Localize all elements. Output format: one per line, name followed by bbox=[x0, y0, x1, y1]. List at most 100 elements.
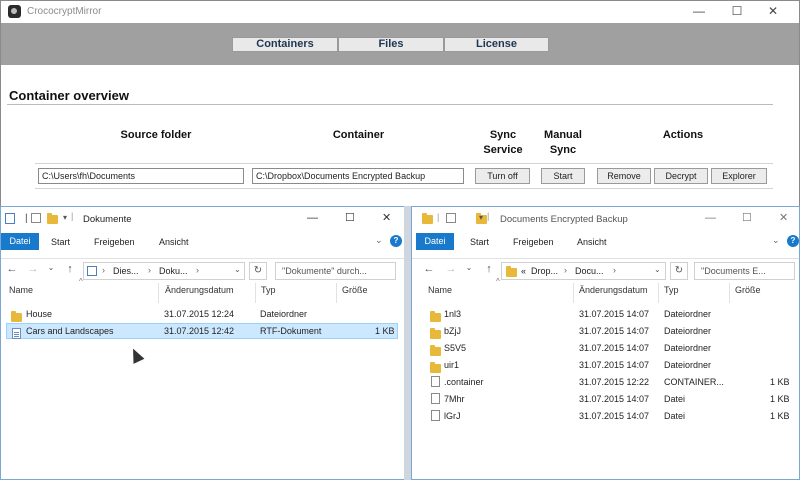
recent-dropdown-icon[interactable]: ⌄ bbox=[44, 263, 58, 272]
breadcrumb-item[interactable]: Doku... bbox=[159, 266, 188, 276]
recent-dropdown-icon[interactable]: ⌄ bbox=[462, 263, 476, 272]
ribbon-tab-freigeben[interactable]: Freigeben bbox=[513, 237, 554, 247]
document-icon bbox=[12, 328, 21, 339]
file-row[interactable]: S5V5 31.07.2015 14:07 Dateiordner bbox=[424, 340, 794, 356]
file-type: Dateiordner bbox=[664, 343, 712, 353]
header-divider bbox=[573, 283, 574, 303]
ribbon-expand-icon[interactable]: ⌄ bbox=[772, 235, 780, 246]
explorer-button[interactable]: Explorer bbox=[711, 168, 767, 184]
ribbon-tab-start[interactable]: Start bbox=[470, 237, 489, 247]
file-row[interactable]: .container 31.07.2015 12:22 CONTAINER...… bbox=[424, 374, 794, 390]
ribbon-expand-icon[interactable]: ⌄ bbox=[375, 235, 383, 246]
turn-off-button[interactable]: Turn off bbox=[475, 168, 530, 184]
forward-arrow-icon[interactable]: → bbox=[444, 263, 458, 275]
file-row[interactable]: uir1 31.07.2015 14:07 Dateiordner bbox=[424, 357, 794, 373]
back-arrow-icon[interactable]: ← bbox=[422, 263, 436, 275]
column-header-type[interactable]: Typ bbox=[664, 285, 679, 295]
title-separator-icon: | bbox=[487, 211, 490, 221]
file-size: 1 KB bbox=[770, 411, 790, 421]
file-row[interactable]: House 31.07.2015 12:24 Dateiordner bbox=[6, 306, 398, 322]
file-date: 31.07.2015 14:07 bbox=[579, 411, 650, 421]
separator-icon: | bbox=[25, 213, 28, 224]
ribbon-tab-ansicht[interactable]: Ansicht bbox=[577, 237, 607, 247]
customize-dropdown-icon[interactable]: ▾ bbox=[479, 213, 483, 222]
column-header-actions: Actions bbox=[662, 129, 704, 141]
maximize-icon[interactable]: ☐ bbox=[345, 211, 355, 224]
ribbon-tab-datei[interactable]: Datei bbox=[1, 233, 39, 250]
properties-icon[interactable] bbox=[5, 213, 15, 224]
search-input[interactable]: "Documents E... bbox=[694, 262, 795, 280]
container-path-field[interactable]: C:\Dropbox\Documents Encrypted Backup bbox=[252, 168, 464, 184]
file-row[interactable]: bZjJ 31.07.2015 14:07 Dateiordner bbox=[424, 323, 794, 339]
help-icon[interactable]: ? bbox=[390, 235, 402, 247]
minimize-icon[interactable]: — bbox=[705, 212, 716, 224]
up-arrow-icon[interactable]: ↑ bbox=[63, 263, 77, 275]
refresh-icon[interactable]: ↻ bbox=[249, 262, 267, 280]
up-arrow-icon[interactable]: ↑ bbox=[482, 263, 496, 275]
breadcrumb-overflow[interactable]: « bbox=[521, 266, 526, 276]
close-icon[interactable]: ✕ bbox=[779, 211, 788, 224]
column-header-name[interactable]: Name bbox=[428, 285, 452, 295]
breadcrumb-sep-icon: › bbox=[102, 265, 105, 275]
column-header-date[interactable]: Änderungsdatum bbox=[579, 285, 648, 295]
tab-files[interactable]: Files bbox=[338, 37, 444, 52]
start-button[interactable]: Start bbox=[541, 168, 585, 184]
file-row[interactable]: lGrJ 31.07.2015 14:07 Datei 1 KB bbox=[424, 408, 794, 424]
refresh-icon[interactable]: ↻ bbox=[670, 262, 688, 280]
address-dropdown-icon[interactable]: ⌄ bbox=[654, 265, 661, 274]
tab-license[interactable]: License bbox=[444, 37, 549, 52]
forward-arrow-icon[interactable]: → bbox=[26, 263, 40, 275]
explorer-window-encrypted-backup: | ▾ | Documents Encrypted Backup — ☐ ✕ D… bbox=[411, 206, 800, 480]
help-icon[interactable]: ? bbox=[787, 235, 799, 247]
column-header-size[interactable]: Größe bbox=[735, 285, 761, 295]
crococrypt-titlebar: CrococryptMirror — ☐ ✕ bbox=[1, 1, 799, 23]
file-row-selected[interactable]: Cars and Landscapes 31.07.2015 12:42 RTF… bbox=[6, 323, 398, 339]
quick-folder-icon[interactable] bbox=[47, 213, 58, 224]
source-folder-field[interactable]: C:\Users\fh\Documents bbox=[38, 168, 244, 184]
file-size: 1 KB bbox=[770, 394, 790, 404]
minimize-icon[interactable]: — bbox=[307, 212, 318, 224]
maximize-icon[interactable]: ☐ bbox=[742, 211, 752, 224]
file-row[interactable]: 7Mhr 31.07.2015 14:07 Datei 1 KB bbox=[424, 391, 794, 407]
maximize-button[interactable]: ☐ bbox=[723, 1, 751, 23]
decrypt-button[interactable]: Decrypt bbox=[654, 168, 708, 184]
file-icon bbox=[431, 376, 440, 387]
ribbon-tab-freigeben[interactable]: Freigeben bbox=[94, 237, 135, 247]
address-dropdown-icon[interactable]: ⌄ bbox=[234, 265, 241, 274]
minimize-button[interactable]: — bbox=[685, 1, 713, 23]
breadcrumb-sep-icon: › bbox=[196, 265, 199, 275]
header-divider bbox=[658, 283, 659, 303]
manual-sync-line1: Manual bbox=[544, 129, 582, 141]
tab-containers[interactable]: Containers bbox=[232, 37, 338, 52]
folder-icon bbox=[430, 328, 441, 339]
pc-icon bbox=[87, 266, 97, 276]
breadcrumb-item[interactable]: Docu... bbox=[575, 266, 604, 276]
customize-dropdown-icon[interactable]: ▾ bbox=[63, 213, 67, 222]
checkbox-icon[interactable] bbox=[31, 213, 41, 223]
column-header-date[interactable]: Änderungsdatum bbox=[165, 285, 234, 295]
close-icon[interactable]: ✕ bbox=[382, 211, 391, 224]
file-name: bZjJ bbox=[444, 326, 462, 336]
checkbox-icon[interactable] bbox=[446, 213, 456, 223]
ribbon-tab-datei[interactable]: Datei bbox=[416, 233, 454, 250]
ribbon-tab-start[interactable]: Start bbox=[51, 237, 70, 247]
column-header-name[interactable]: Name bbox=[9, 285, 33, 295]
breadcrumb-item[interactable]: Dies... bbox=[113, 266, 139, 276]
ribbon-tab-ansicht[interactable]: Ansicht bbox=[159, 237, 189, 247]
column-header-type[interactable]: Typ bbox=[261, 285, 276, 295]
file-row[interactable]: 1nl3 31.07.2015 14:07 Dateiordner bbox=[424, 306, 794, 322]
address-bar[interactable]: « Drop... › Docu... › ⌄ bbox=[501, 262, 666, 280]
breadcrumb-item[interactable]: Drop... bbox=[531, 266, 558, 276]
address-bar[interactable]: › Dies... › Doku... › ⌄ bbox=[83, 262, 245, 280]
manual-sync-line2: Sync bbox=[549, 144, 577, 156]
file-name: 7Mhr bbox=[444, 394, 465, 404]
close-button[interactable]: ✕ bbox=[759, 1, 787, 23]
column-header-size[interactable]: Größe bbox=[342, 285, 368, 295]
search-input[interactable]: "Dokumente" durch... bbox=[275, 262, 396, 280]
folder-icon bbox=[430, 362, 441, 373]
back-arrow-icon[interactable]: ← bbox=[5, 263, 19, 275]
explorer-titlebar: | ▾ | Documents Encrypted Backup — ☐ ✕ bbox=[412, 207, 799, 231]
sort-indicator-icon: ^ bbox=[496, 277, 500, 286]
remove-button[interactable]: Remove bbox=[597, 168, 651, 184]
file-size: 1 KB bbox=[770, 377, 790, 387]
